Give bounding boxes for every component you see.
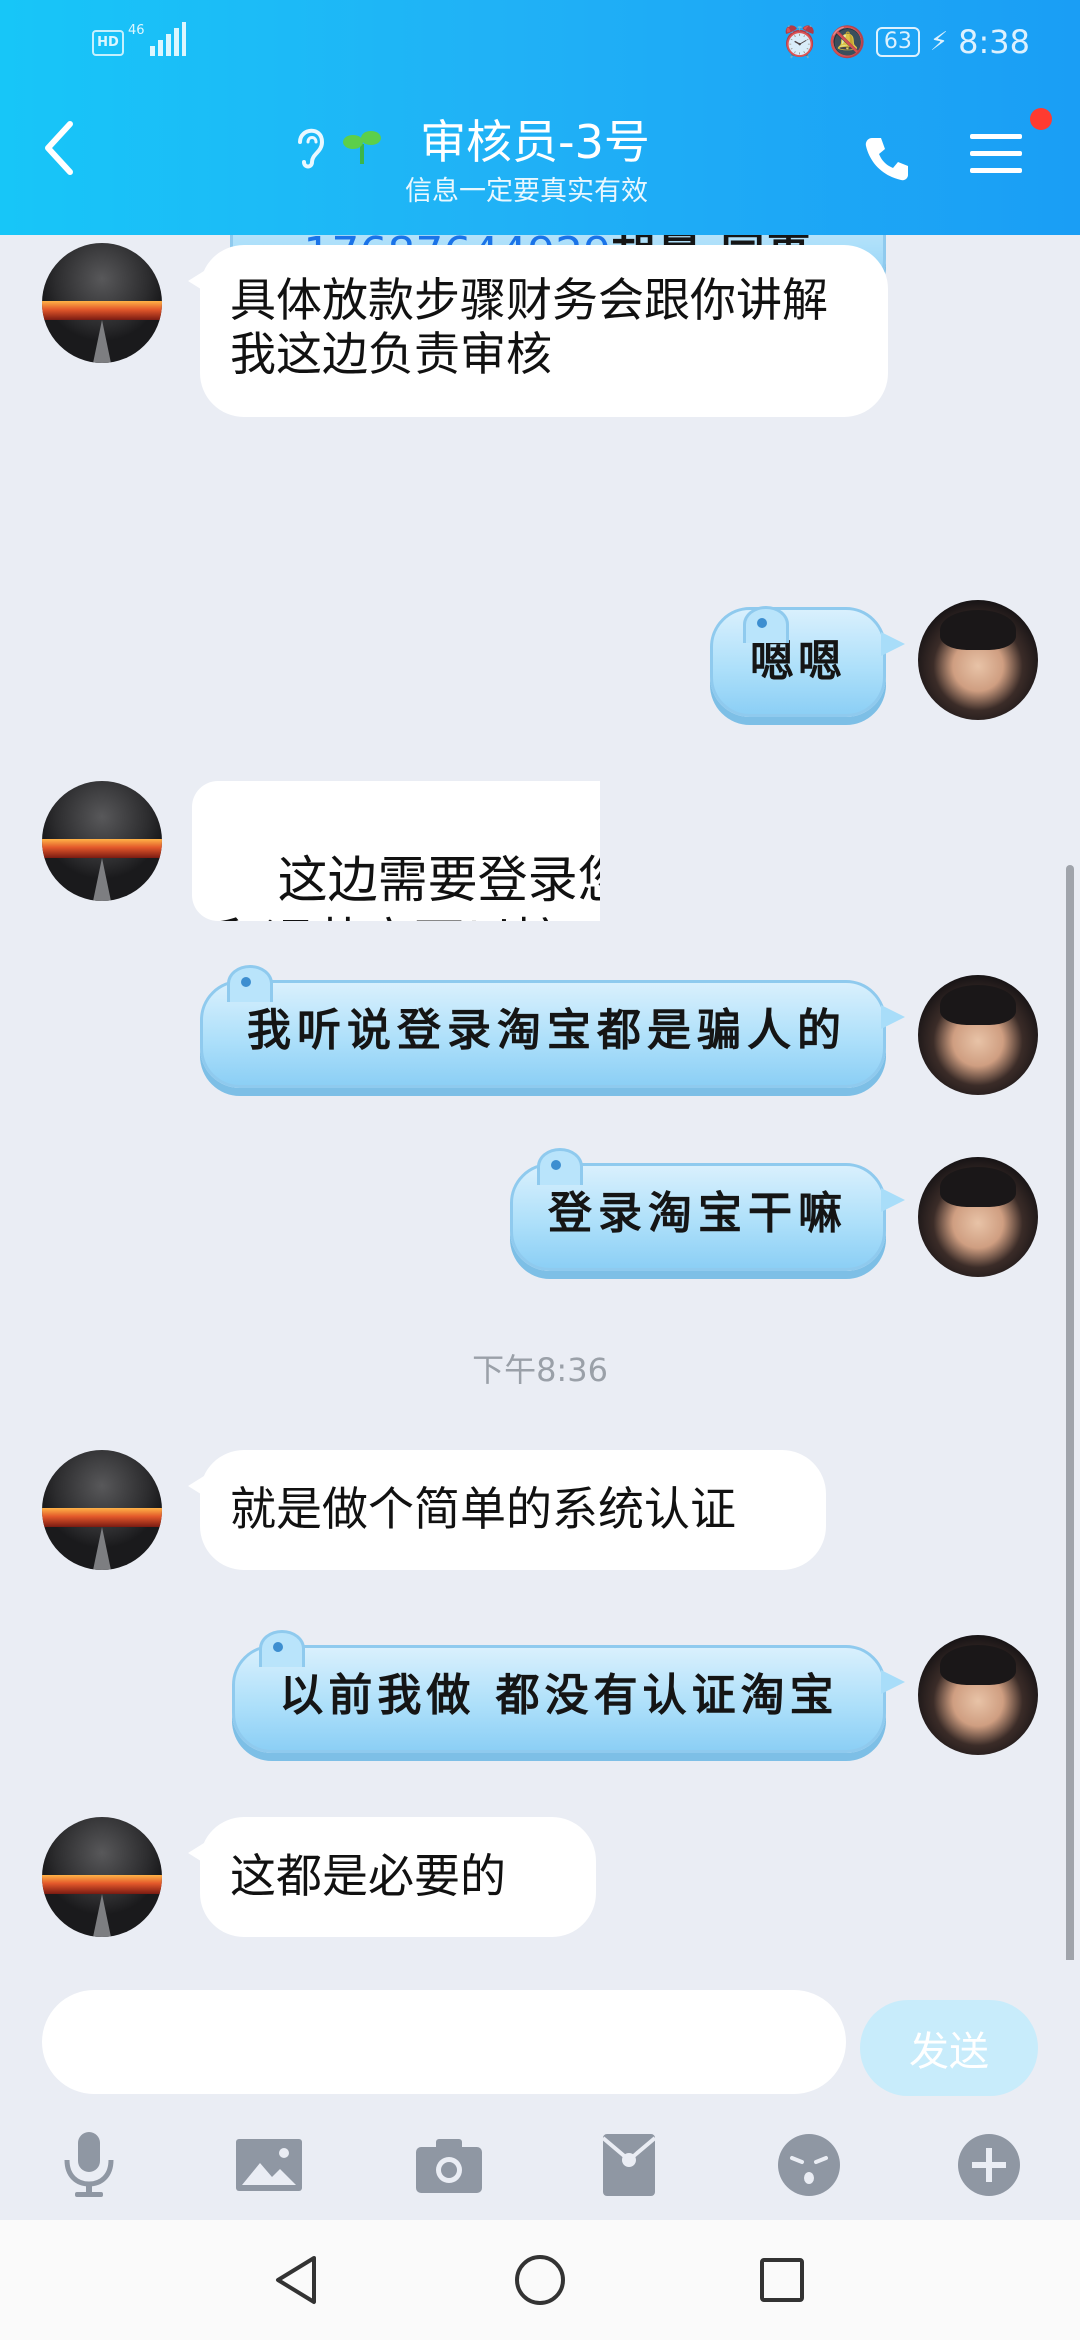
bubble-tail <box>881 1188 905 1212</box>
nav-recents-icon[interactable] <box>752 2250 812 2310</box>
message-text: 我听说登录淘宝都是骗人的 <box>247 1005 847 1056</box>
system-nav-bar <box>0 2220 1080 2340</box>
charging-icon: ⚡ <box>929 27 949 57</box>
bubble-decoration <box>227 965 273 1002</box>
message-list[interactable]: 17687644929胡晨 同事 具体放款步骤财务会跟你讲解 我这边负责审核 嗯… <box>0 235 1080 1960</box>
send-button[interactable]: 发送 <box>860 2000 1038 2096</box>
avatar-contact[interactable] <box>42 1450 162 1570</box>
avatar-self[interactable] <box>918 1157 1038 1277</box>
network-type: 46 <box>128 23 145 38</box>
microphone-button[interactable] <box>44 2120 134 2210</box>
chat-header: HD 46 ⏰ 🔕 63 ⚡ 8:38 审核员-3号 信息一定要真实有效 <box>0 0 1080 235</box>
avatar-contact[interactable] <box>42 243 162 363</box>
mute-icon: 🔕 <box>828 24 866 60</box>
message-bubble-left[interactable]: 这边需要登录您 和运营商可以接 <box>192 781 600 921</box>
more-button[interactable] <box>944 2120 1034 2210</box>
bubble-tail <box>881 632 905 656</box>
avatar-self[interactable] <box>918 1635 1038 1755</box>
camera-icon <box>416 2139 482 2193</box>
plus-icon <box>958 2134 1020 2196</box>
phone-icon[interactable] <box>862 134 912 184</box>
chat-title-area[interactable]: 审核员-3号 信息一定要真实有效 <box>290 108 810 218</box>
battery-indicator: 63 <box>875 27 920 57</box>
scrollbar[interactable] <box>1066 865 1074 1965</box>
message-bubble-left[interactable]: 这都是必要的 <box>188 1817 596 1937</box>
message-input[interactable] <box>42 1990 846 2094</box>
ear-icon <box>298 128 325 169</box>
microphone-icon <box>64 2132 114 2197</box>
message-text: 这边需要登录您 和运营商可以接 <box>214 851 600 921</box>
avatar-contact[interactable] <box>42 781 162 901</box>
menu-icon[interactable] <box>968 130 1024 178</box>
message-bubble-right[interactable]: 我听说登录淘宝都是骗人的 <box>200 965 905 1088</box>
status-bar: HD 46 ⏰ 🔕 63 ⚡ 8:38 <box>0 0 1080 90</box>
bubble-tail <box>881 1670 905 1694</box>
avatar-self[interactable] <box>918 600 1038 720</box>
status-right: ⏰ 🔕 63 ⚡ 8:38 <box>781 20 1030 64</box>
sprout-icon <box>343 131 381 164</box>
emoji-icon <box>778 2134 840 2196</box>
red-packet-icon <box>601 2134 657 2196</box>
bubble-tail <box>881 1005 905 1029</box>
composer: 发送 <box>0 1960 1080 2220</box>
red-packet-button[interactable] <box>584 2120 674 2210</box>
hd-badge: HD <box>92 30 124 56</box>
message-text: 以前我做 都没有认证淘宝 <box>279 1670 839 1721</box>
bubble-decoration <box>743 606 789 643</box>
message-bubble-right[interactable]: 以前我做 都没有认证淘宝 <box>232 1630 905 1753</box>
avatar-contact[interactable] <box>42 1817 162 1937</box>
message-text: 就是做个简单的系统认证 <box>230 1482 736 1536</box>
avatar-self[interactable] <box>918 975 1038 1095</box>
message-text: 具体放款步骤财务会跟你讲解 我这边负责审核 <box>230 273 828 381</box>
status-time: 8:38 <box>958 23 1030 61</box>
message-text: 嗯嗯 <box>750 636 846 687</box>
signal-icon <box>150 22 186 56</box>
camera-button[interactable] <box>404 2120 494 2210</box>
page-title: 审核员-3号 <box>420 115 650 169</box>
time-separator: 下午8:36 <box>472 1351 608 1389</box>
message-bubble-left[interactable]: 就是做个简单的系统认证 <box>188 1450 826 1570</box>
input-toolbar <box>0 2120 1080 2220</box>
notification-dot <box>1030 108 1052 130</box>
image-icon <box>236 2139 302 2191</box>
image-button[interactable] <box>224 2120 314 2210</box>
nav-home-icon[interactable] <box>510 2250 570 2310</box>
message-text: 登录淘宝干嘛 <box>548 1188 848 1239</box>
message-bubble-right[interactable]: 登录淘宝干嘛 <box>510 1148 905 1271</box>
emoji-button[interactable] <box>764 2120 854 2210</box>
page-subtitle: 信息一定要真实有效 <box>405 176 648 207</box>
nav-back-icon[interactable] <box>268 2250 328 2310</box>
message-bubble-left[interactable]: 具体放款步骤财务会跟你讲解 我这边负责审核 <box>188 245 888 417</box>
message-bubble-right[interactable]: 嗯嗯 <box>710 606 905 717</box>
alarm-icon: ⏰ <box>781 24 819 60</box>
bubble-decoration <box>259 1630 305 1667</box>
message-text: 这都是必要的 <box>230 1849 506 1903</box>
bubble-decoration <box>537 1148 583 1185</box>
back-icon[interactable] <box>40 118 80 178</box>
